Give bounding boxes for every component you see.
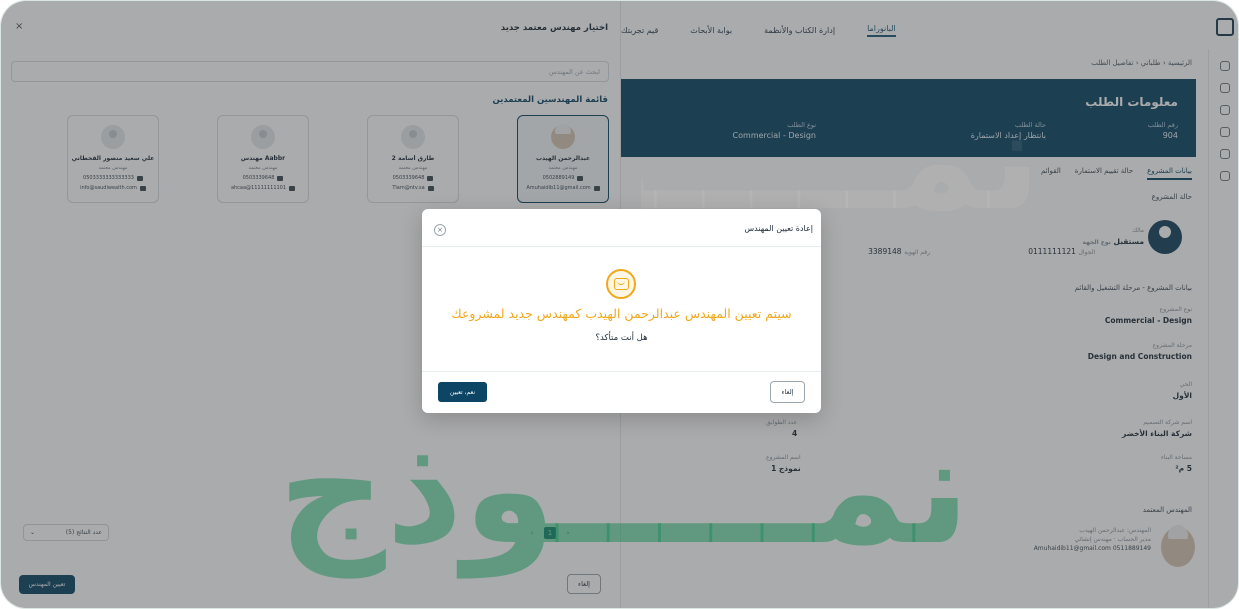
reassign-confirm-dialog: إعادة تعيين المهندس × سيتم تعيين المهندس… [422, 209, 821, 413]
sample-watermark: نمـــــوذج [277, 404, 974, 578]
dialog-header: إعادة تعيين المهندس × [422, 209, 821, 247]
close-icon[interactable]: × [434, 224, 446, 236]
confirm-assign-button[interactable]: نعم، تعيين [438, 382, 487, 402]
dialog-title: إعادة تعيين المهندس [744, 224, 813, 233]
dialog-message: سيتم تعيين المهندس عبدالرحمن الهيدب كمهن… [451, 306, 792, 321]
screen-frame: البانوراما إدارة الكتاب والأنظمة بوابة ا… [0, 0, 1239, 609]
dialog-footer-divider [422, 371, 821, 372]
message-icon [606, 269, 636, 299]
dialog-question: هل أنت متأكد؟ [595, 333, 648, 343]
dialog-cancel-button[interactable]: إلغاء [770, 381, 805, 403]
